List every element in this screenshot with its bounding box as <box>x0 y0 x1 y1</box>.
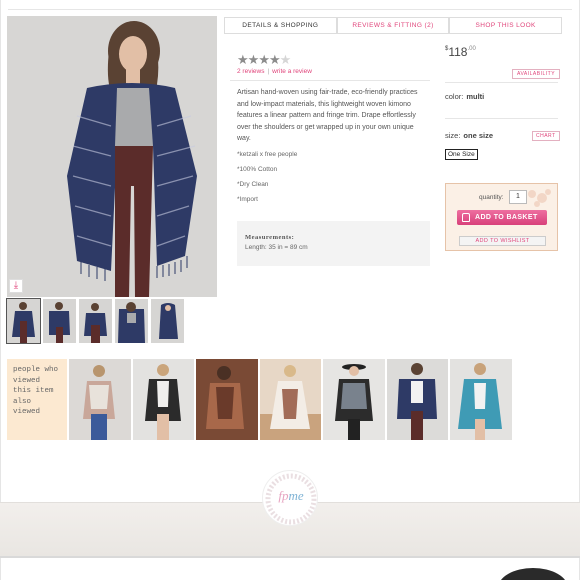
color-row: color: multi <box>445 92 484 101</box>
availability-button[interactable]: AVAILABILITY <box>512 69 561 79</box>
size-chart-button[interactable]: CHART <box>532 131 560 141</box>
product-bullets: *ketzali x free people *100% Cotton *Dry… <box>237 151 297 211</box>
add-to-basket-button[interactable]: ADD TO BASKET <box>457 210 547 225</box>
also-viewed-label: people who viewed this item also viewed <box>7 359 67 440</box>
star-rating: ★★★★★ <box>237 52 292 68</box>
download-icon[interactable]: ⤓ <box>9 279 23 293</box>
floating-action-button[interactable] <box>498 568 568 580</box>
logo-icon: fpme <box>278 488 304 503</box>
thumbnail[interactable] <box>79 299 112 343</box>
price-amount: 118 <box>448 45 468 59</box>
page-edge-left <box>0 0 1 580</box>
star-icon: ★ <box>268 52 281 67</box>
footer-divider <box>0 556 580 558</box>
bullet-item: *ketzali x free people <box>237 151 298 158</box>
quantity-label: quantity: <box>479 194 504 201</box>
tab-shop-look[interactable]: SHOP THIS LOOK <box>449 17 563 33</box>
also-viewed-item[interactable] <box>69 359 131 440</box>
tab-details[interactable]: DETAILS & SHOPPING <box>224 17 337 33</box>
also-viewed-item[interactable] <box>450 359 512 440</box>
price-currency: $ <box>445 46 449 52</box>
basket-icon <box>462 213 470 222</box>
top-divider <box>8 9 572 10</box>
product-description: Artisan hand-woven using fair-trade, eco… <box>237 89 418 142</box>
main-product-image[interactable] <box>7 16 217 297</box>
star-icon: ★ <box>258 52 270 67</box>
thumbnail[interactable] <box>43 299 76 343</box>
also-viewed-item[interactable] <box>386 359 448 440</box>
divider <box>445 82 558 83</box>
thumbnail[interactable] <box>151 299 184 343</box>
write-review-link[interactable]: write a review <box>272 68 312 75</box>
color-value: multi <box>466 92 485 101</box>
size-label: size: <box>445 131 461 140</box>
product-page: ⤓ DETAILS & SHOPPING REVIEWS & FITTING (… <box>0 0 580 580</box>
measurements-value: Length: 35 in = 89 cm <box>245 244 308 251</box>
size-option-one-size[interactable]: One Size <box>445 149 478 160</box>
measurements-box: Measurements: Length: 35 in = 89 cm <box>237 221 430 266</box>
star-icon: ★ <box>247 52 260 67</box>
star-empty-icon: ★ <box>279 52 292 67</box>
bullet-item: *100% Cotton <box>237 166 278 173</box>
add-to-basket-label: ADD TO BASKET <box>475 214 538 221</box>
also-viewed-strip: people who viewed this item also viewed <box>7 359 512 440</box>
buy-box: quantity: 1 ADD TO BASKET ADD TO WISHLIS… <box>445 183 558 251</box>
also-viewed-item[interactable] <box>132 359 194 440</box>
color-label: color: <box>445 92 464 101</box>
thumbnail[interactable] <box>6 298 41 344</box>
product-tabs: DETAILS & SHOPPING REVIEWS & FITTING (2)… <box>224 17 563 34</box>
also-viewed-item[interactable] <box>323 359 385 440</box>
link-separator: | <box>267 68 270 75</box>
also-viewed-item[interactable] <box>259 359 321 440</box>
quantity-input[interactable]: 1 <box>509 190 527 204</box>
reviews-link[interactable]: 2 reviews <box>237 68 264 75</box>
also-viewed-item[interactable] <box>196 359 258 440</box>
brand-logo[interactable]: fpme <box>262 470 318 526</box>
review-links: 2 reviews | write a review <box>237 68 312 75</box>
bullet-item: *Import <box>237 196 258 203</box>
measurements-title: Measurements: <box>245 234 295 241</box>
divider <box>230 80 430 81</box>
thumbnail-strip <box>6 298 184 344</box>
bullet-item: *Dry Clean <box>237 181 269 188</box>
star-icon: ★ <box>237 52 249 67</box>
thumbnail[interactable] <box>115 299 148 343</box>
tab-reviews[interactable]: REVIEWS & FITTING (2) <box>336 17 450 33</box>
divider <box>445 118 558 119</box>
price: $118.00 <box>445 45 476 59</box>
size-value: one size <box>463 131 494 140</box>
size-row: size: one size <box>445 131 493 140</box>
price-cents: .00 <box>467 46 476 52</box>
add-to-wishlist-button[interactable]: ADD TO WISHLIST <box>459 236 546 246</box>
